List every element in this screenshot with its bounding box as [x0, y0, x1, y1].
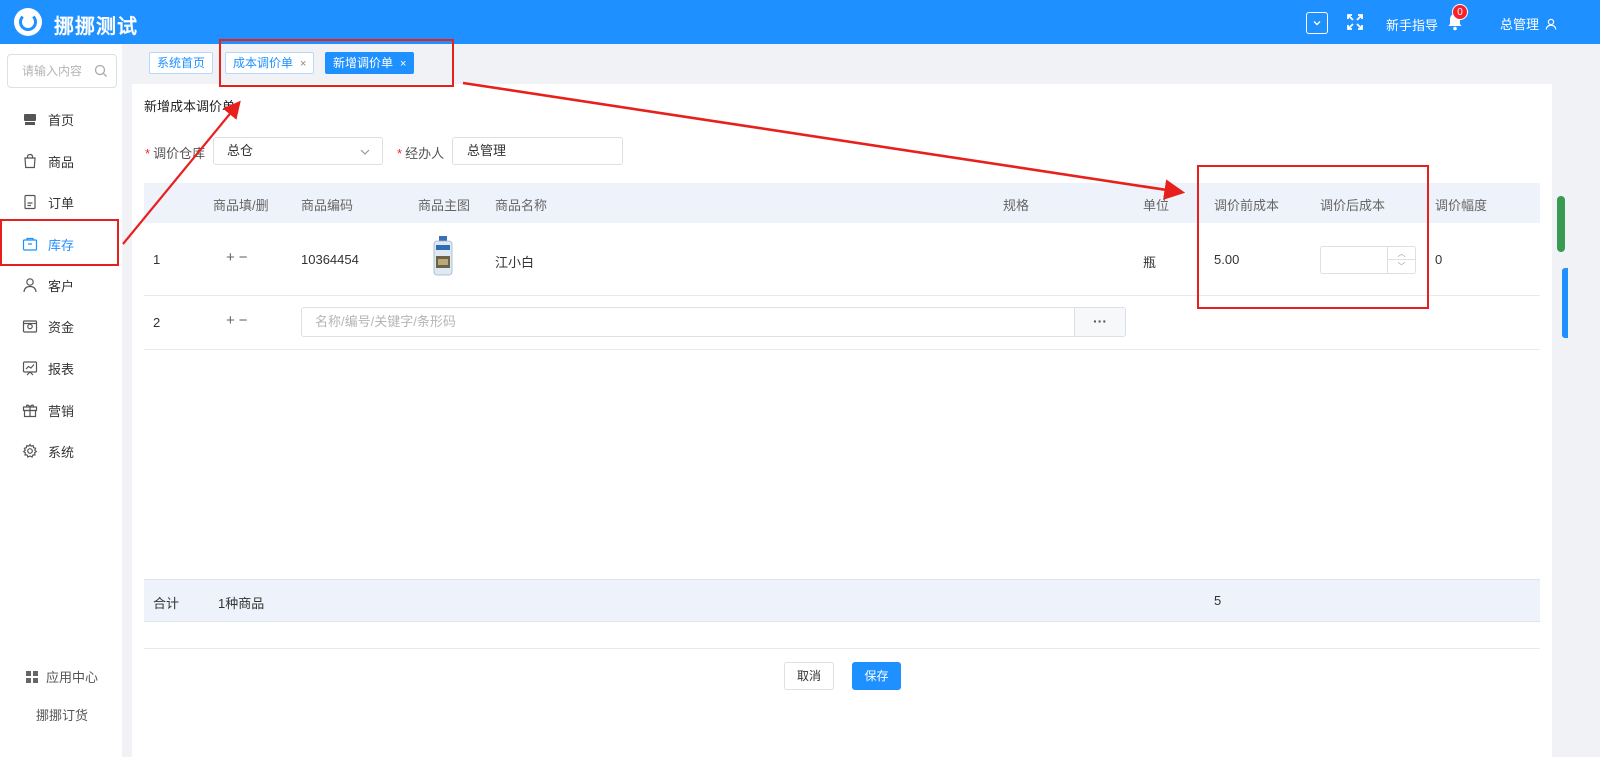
more-button[interactable]: ···	[1074, 307, 1126, 337]
product-image	[431, 236, 455, 276]
column-header: 商品名称	[495, 198, 548, 213]
warehouse-label: * 调价仓库	[145, 146, 206, 161]
total-cost-before: 5	[1214, 593, 1222, 608]
column-header: 调价幅度	[1435, 198, 1488, 213]
plus-icon[interactable]: +	[226, 249, 239, 266]
app-name: 挪挪测试	[54, 16, 138, 38]
product-name: 江小白	[495, 255, 535, 270]
row-index: 2	[153, 315, 161, 330]
warehouse-value: 总仓	[227, 143, 254, 158]
warehouse-select[interactable]: 总仓	[213, 137, 383, 165]
fullscreen-icon[interactable]	[1346, 13, 1364, 31]
total-label: 合计	[153, 596, 180, 611]
sidebar-item-label: 订单	[48, 195, 75, 211]
grid-icon	[26, 670, 38, 683]
annotation-box	[0, 219, 119, 266]
page-title: 新增成本调价单	[144, 99, 236, 114]
sidebar-item-funds[interactable]: 资金	[0, 305, 122, 347]
sidebar-item-system[interactable]: 系统	[0, 430, 122, 472]
row-add-remove-controls[interactable]: +−	[226, 312, 252, 329]
notification-badge: 0	[1452, 4, 1468, 20]
column-header: 商品主图	[418, 198, 471, 213]
chart-board-icon	[22, 361, 38, 376]
tab-home[interactable]: 系统首页	[149, 52, 214, 74]
chevron-down-icon	[360, 149, 370, 155]
cost-change: 0	[1435, 252, 1443, 267]
guide-link[interactable]: 新手指导	[1386, 15, 1438, 34]
order-icon	[24, 194, 36, 210]
gift-icon	[22, 404, 38, 418]
sidebar-item-label: 客户	[48, 278, 75, 294]
table-footer	[144, 579, 1540, 622]
user-name: 总管理	[1500, 17, 1540, 32]
minus-icon[interactable]: −	[239, 312, 252, 329]
product-unit: 瓶	[1143, 255, 1157, 270]
annotation-box	[1197, 165, 1429, 309]
user-menu[interactable]: 总管理	[1500, 14, 1557, 33]
sidebar-item-label: 首页	[48, 112, 75, 128]
operator-field[interactable]: 总管理	[452, 137, 623, 165]
sidebar-item-label: 资金	[48, 319, 75, 335]
scrollbar-track[interactable]	[1554, 84, 1560, 624]
total-count: 1种商品	[218, 596, 265, 611]
wallet-icon	[22, 320, 38, 333]
top-bar: 挪挪测试 新手指导 0 总管理	[0, 0, 1600, 44]
search-icon[interactable]	[94, 64, 108, 78]
sidebar-item-orders[interactable]: 订单	[0, 181, 122, 223]
operator-value: 总管理	[467, 143, 507, 158]
save-button[interactable]: 保存	[852, 662, 901, 690]
sidebar-item-label: 营销	[48, 403, 75, 419]
column-header: 规格	[1003, 198, 1030, 213]
sidebar: 首页 商品 订单 库存 客户 资金 报表 营销 系统 应用中心 挪挪订货	[0, 44, 122, 757]
dropdown-toggle-icon[interactable]	[1306, 12, 1328, 34]
plus-icon[interactable]: +	[226, 312, 239, 329]
search-input[interactable]	[8, 55, 88, 87]
side-float-tab[interactable]	[1562, 268, 1568, 338]
footer-divider	[144, 648, 1540, 649]
sidebar-item-goods[interactable]: 商品	[0, 140, 122, 182]
annotation-box	[219, 39, 454, 87]
sidebar-item-home[interactable]: 首页	[0, 98, 122, 140]
row-divider	[144, 349, 1540, 350]
row-add-remove-controls[interactable]: +−	[226, 249, 252, 266]
gear-icon	[22, 443, 38, 458]
app-logo-icon	[14, 8, 42, 36]
column-header: 商品填/删	[213, 198, 269, 213]
user-icon	[23, 278, 37, 293]
sidebar-item-customers[interactable]: 客户	[0, 264, 122, 306]
sidebar-item-reports[interactable]: 报表	[0, 347, 122, 389]
sidebar-search	[7, 54, 117, 88]
column-header: 商品编码	[301, 198, 354, 213]
user-icon	[1545, 18, 1557, 30]
minus-icon[interactable]: −	[239, 249, 252, 266]
sidebar-item-label: 商品	[48, 154, 75, 170]
sidebar-item-label: 系统	[48, 444, 75, 460]
cancel-button[interactable]: 取消	[784, 662, 834, 690]
sidebar-item-label: 报表	[48, 361, 75, 377]
product-code: 10364454	[301, 252, 359, 267]
column-header: 单位	[1143, 198, 1170, 213]
shop-icon	[24, 114, 36, 125]
sidebar-item-marketing[interactable]: 营销	[0, 389, 122, 431]
product-search-input[interactable]: 名称/编号/关键字/条形码	[301, 307, 1075, 337]
scrollbar-thumb[interactable]	[1557, 196, 1565, 252]
tab-label: 系统首页	[157, 56, 206, 70]
footer-link[interactable]: 挪挪订货	[36, 705, 88, 724]
app-center-label: 应用中心	[46, 670, 99, 685]
row-index: 1	[153, 252, 161, 267]
operator-label: * 经办人	[397, 146, 445, 161]
bag-icon	[24, 153, 36, 169]
app-center-link[interactable]: 应用中心	[26, 667, 98, 686]
